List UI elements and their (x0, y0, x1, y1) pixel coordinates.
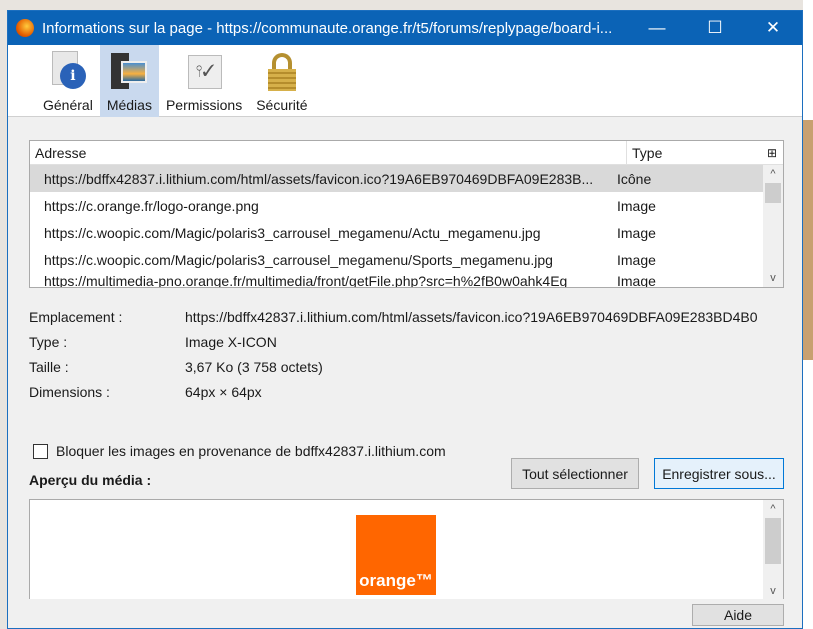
block-images-label: Bloquer les images en provenance de bdff… (56, 443, 446, 459)
tab-security[interactable]: Sécurité (249, 45, 314, 117)
detail-value: 3,67 Ko (3 758 octets) (185, 358, 323, 375)
window-title: Informations sur la page - https://commu… (42, 19, 613, 37)
close-button[interactable]: ✕ (750, 18, 796, 38)
scroll-up-icon[interactable]: ^ (763, 500, 783, 518)
row-type: Icône (617, 170, 652, 187)
help-button[interactable]: Aide (692, 604, 784, 626)
checkbox-box[interactable] (33, 443, 48, 459)
list-scrollbar[interactable]: ^ v (763, 165, 783, 287)
select-all-button[interactable]: Tout sélectionner (511, 458, 639, 489)
media-icon (109, 51, 149, 91)
scroll-down-icon[interactable]: v (763, 269, 783, 287)
detail-value: 64px × 64px (185, 383, 262, 400)
row-address: https://c.orange.fr/logo-orange.png (44, 197, 259, 214)
row-type: Image (617, 251, 656, 268)
block-images-checkbox[interactable]: Bloquer les images en provenance de bdff… (33, 443, 446, 459)
tab-media[interactable]: Médias (99, 45, 159, 117)
tab-label: Général (43, 97, 93, 113)
scroll-up-icon[interactable]: ^ (763, 165, 783, 183)
row-address: https://c.woopic.com/Magic/polaris3_carr… (44, 251, 553, 268)
list-row[interactable]: https://c.woopic.com/Magic/polaris3_carr… (30, 246, 763, 273)
tab-general[interactable]: i Général (36, 45, 100, 117)
row-address: https://bdffx42837.i.lithium.com/html/as… (44, 170, 594, 187)
column-header-type[interactable]: Type (627, 145, 761, 161)
list-row[interactable]: https://c.woopic.com/Magic/polaris3_carr… (30, 219, 763, 246)
scroll-down-icon[interactable]: v (763, 582, 783, 600)
save-as-button[interactable]: Enregistrer sous... (654, 458, 784, 489)
media-list[interactable]: Adresse Type ⊞ https://bdffx42837.i.lith… (29, 140, 784, 288)
tab-bar: i Général Médias ⫯✓ Permissions Sécurité (8, 45, 802, 117)
tab-permissions[interactable]: ⫯✓ Permissions (159, 45, 249, 117)
background-image (803, 120, 813, 360)
info-icon: i (48, 51, 88, 91)
row-address: https://c.woopic.com/Magic/polaris3_carr… (44, 224, 541, 241)
detail-value: Image X-ICON (185, 333, 277, 350)
logo-text: orange™ (359, 571, 433, 590)
tab-label: Permissions (165, 97, 243, 113)
scroll-thumb[interactable] (765, 183, 781, 203)
detail-label: Taille : (29, 358, 69, 375)
row-type: Image (617, 273, 656, 287)
media-preview: orange™ ^ v (29, 499, 784, 600)
permissions-icon: ⫯✓ (184, 51, 224, 91)
detail-label: Emplacement : (29, 308, 123, 325)
row-type: Image (617, 224, 656, 241)
preview-scrollbar[interactable]: ^ v (763, 500, 783, 600)
title-bar[interactable]: Informations sur la page - https://commu… (8, 11, 802, 45)
detail-label: Dimensions : (29, 383, 110, 400)
detail-value: https://bdffx42837.i.lithium.com/html/as… (185, 308, 758, 325)
column-header-address[interactable]: Adresse (30, 141, 627, 164)
tab-label: Sécurité (256, 97, 308, 113)
tab-label: Médias (106, 97, 152, 113)
list-row[interactable]: https://c.orange.fr/logo-orange.png Image (30, 192, 763, 219)
list-header: Adresse Type ⊞ (30, 141, 783, 165)
scroll-thumb[interactable] (765, 518, 781, 564)
row-type: Image (617, 197, 656, 214)
maximize-button[interactable]: ☐ (692, 18, 738, 38)
list-row[interactable]: https://multimedia-pno.orange.fr/multime… (30, 273, 763, 287)
orange-logo-image: orange™ (356, 515, 436, 595)
media-details: Emplacement : https://bdffx42837.i.lithiu… (29, 304, 758, 404)
detail-label: Type : (29, 333, 68, 350)
preview-label: Aperçu du média : (29, 472, 152, 488)
minimize-button[interactable]: — (634, 18, 680, 38)
row-address: https://multimedia-pno.orange.fr/multime… (44, 273, 568, 287)
list-row[interactable]: https://bdffx42837.i.lithium.com/html/as… (30, 165, 763, 192)
column-picker-icon[interactable]: ⊞ (761, 146, 783, 160)
padlock-icon (262, 51, 302, 91)
firefox-icon (16, 19, 34, 37)
page-info-dialog: Informations sur la page - https://commu… (7, 10, 803, 629)
